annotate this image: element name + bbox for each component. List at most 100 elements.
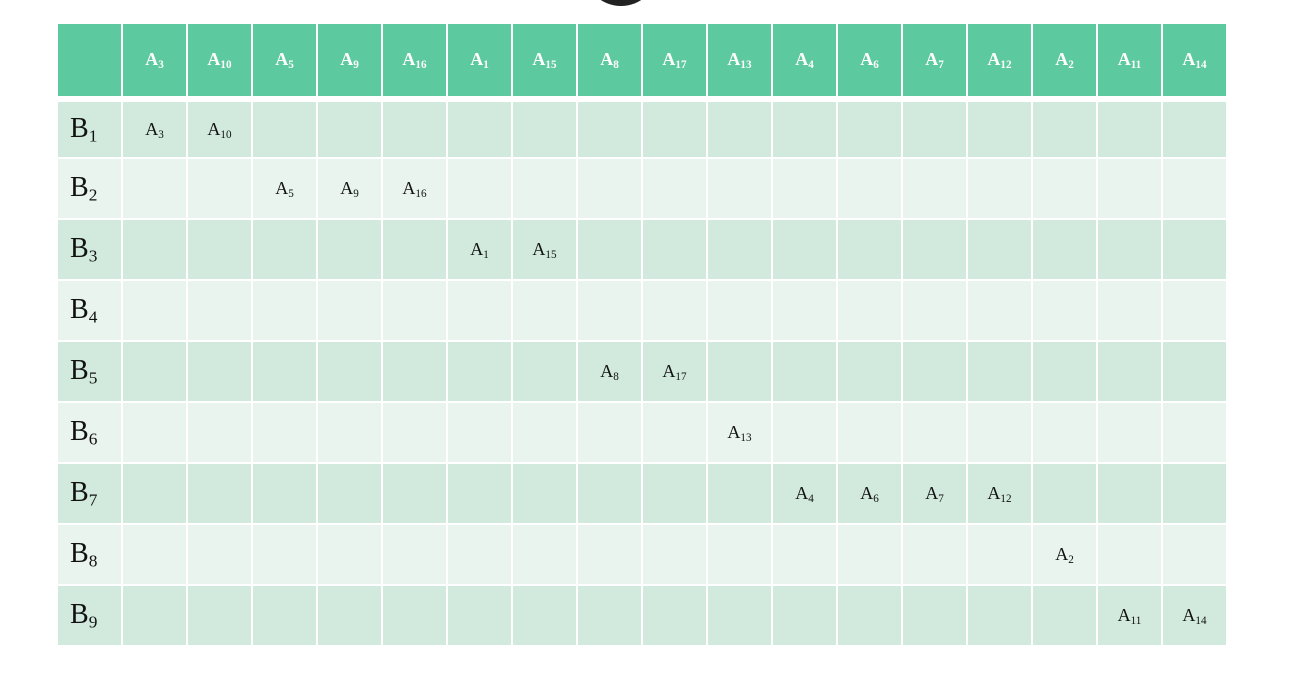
matrix-cell bbox=[578, 281, 641, 340]
matrix-cell bbox=[968, 98, 1031, 157]
matrix-cell bbox=[773, 342, 836, 401]
matrix-cell bbox=[513, 98, 576, 157]
matrix-cell bbox=[1098, 98, 1161, 157]
matrix-cell bbox=[1098, 525, 1161, 584]
matrix-cell bbox=[1163, 464, 1226, 523]
matrix-cell bbox=[188, 220, 251, 279]
matrix-cell bbox=[188, 342, 251, 401]
matrix-cell bbox=[838, 281, 901, 340]
matrix-cell bbox=[318, 403, 381, 462]
row-header: B5 bbox=[58, 342, 121, 401]
matrix-cell bbox=[253, 342, 316, 401]
matrix-cell bbox=[838, 586, 901, 645]
matrix-cell bbox=[903, 525, 966, 584]
column-header: A12 bbox=[968, 24, 1031, 96]
matrix-cell bbox=[708, 586, 771, 645]
matrix-cell bbox=[708, 220, 771, 279]
matrix-cell bbox=[708, 159, 771, 218]
matrix-cell bbox=[968, 586, 1031, 645]
matrix-cell bbox=[1033, 586, 1096, 645]
matrix-cell bbox=[968, 342, 1031, 401]
matrix-cell bbox=[903, 342, 966, 401]
matrix-cell bbox=[578, 525, 641, 584]
matrix-cell bbox=[253, 586, 316, 645]
matrix-cell bbox=[513, 159, 576, 218]
matrix-cell bbox=[643, 159, 706, 218]
table-row: B5 A8 A17 bbox=[58, 342, 1226, 401]
matrix-cell bbox=[708, 525, 771, 584]
matrix-cell bbox=[838, 525, 901, 584]
matrix-cell: A5 bbox=[253, 159, 316, 218]
matrix-cell bbox=[1033, 403, 1096, 462]
column-header: A4 bbox=[773, 24, 836, 96]
matrix-cell bbox=[903, 159, 966, 218]
matrix-cell bbox=[773, 220, 836, 279]
matrix-cell bbox=[838, 220, 901, 279]
row-header: B9 bbox=[58, 586, 121, 645]
column-header: A3 bbox=[123, 24, 186, 96]
matrix-cell bbox=[123, 281, 186, 340]
matrix-cell bbox=[383, 464, 446, 523]
matrix-cell: A2 bbox=[1033, 525, 1096, 584]
table-row: B8 A2 bbox=[58, 525, 1226, 584]
row-header: B6 bbox=[58, 403, 121, 462]
matrix-cell bbox=[513, 342, 576, 401]
matrix-cell bbox=[318, 281, 381, 340]
matrix-cell bbox=[253, 403, 316, 462]
slide: A3 A10 A5 A9 A16 A1 A15 A8 A17 A13 A4 A6 A7 A12 A2 A11 A… bbox=[0, 0, 1294, 684]
matrix-cell bbox=[773, 281, 836, 340]
column-header: A5 bbox=[253, 24, 316, 96]
matrix-cell: A12 bbox=[968, 464, 1031, 523]
matrix-cell bbox=[448, 586, 511, 645]
matrix-cell bbox=[903, 403, 966, 462]
matrix-cell bbox=[513, 586, 576, 645]
matrix-cell bbox=[773, 403, 836, 462]
matrix-cell bbox=[643, 403, 706, 462]
matrix-cell bbox=[578, 403, 641, 462]
column-header: A6 bbox=[838, 24, 901, 96]
column-header: A2 bbox=[1033, 24, 1096, 96]
matrix-cell: A6 bbox=[838, 464, 901, 523]
matrix-cell bbox=[1098, 403, 1161, 462]
matrix-cell bbox=[123, 525, 186, 584]
table-row: B3 A1 A15 bbox=[58, 220, 1226, 279]
matrix-cell bbox=[448, 98, 511, 157]
matrix-cell bbox=[903, 220, 966, 279]
column-header: A9 bbox=[318, 24, 381, 96]
matrix-cell bbox=[708, 98, 771, 157]
matrix-cell bbox=[513, 464, 576, 523]
matrix-cell: A11 bbox=[1098, 586, 1161, 645]
matrix-cell bbox=[1163, 525, 1226, 584]
matrix-cell bbox=[1163, 159, 1226, 218]
matrix-cell bbox=[1033, 98, 1096, 157]
matrix-cell bbox=[448, 281, 511, 340]
matrix-cell bbox=[708, 464, 771, 523]
matrix-cell bbox=[903, 586, 966, 645]
matrix-cell bbox=[1163, 220, 1226, 279]
matrix-cell bbox=[383, 525, 446, 584]
column-header: A17 bbox=[643, 24, 706, 96]
matrix-cell bbox=[578, 464, 641, 523]
matrix-cell bbox=[383, 98, 446, 157]
matrix-cell bbox=[318, 586, 381, 645]
matrix-cell bbox=[448, 525, 511, 584]
matrix-cell bbox=[253, 220, 316, 279]
matrix-cell: A13 bbox=[708, 403, 771, 462]
table-row: B6 A13 bbox=[58, 403, 1226, 462]
matrix-cell bbox=[773, 159, 836, 218]
matrix-cell bbox=[383, 220, 446, 279]
matrix-cell bbox=[448, 464, 511, 523]
matrix-cell bbox=[188, 159, 251, 218]
matrix-cell bbox=[1098, 281, 1161, 340]
matrix-cell bbox=[318, 220, 381, 279]
matrix-cell bbox=[1033, 159, 1096, 218]
matrix-cell bbox=[838, 159, 901, 218]
matrix-cell bbox=[253, 281, 316, 340]
matrix-cell: A10 bbox=[188, 98, 251, 157]
matrix-cell bbox=[188, 586, 251, 645]
matrix-cell bbox=[968, 159, 1031, 218]
matrix-cell bbox=[1033, 464, 1096, 523]
matrix-cell bbox=[513, 525, 576, 584]
column-header: A11 bbox=[1098, 24, 1161, 96]
matrix-cell: A1 bbox=[448, 220, 511, 279]
